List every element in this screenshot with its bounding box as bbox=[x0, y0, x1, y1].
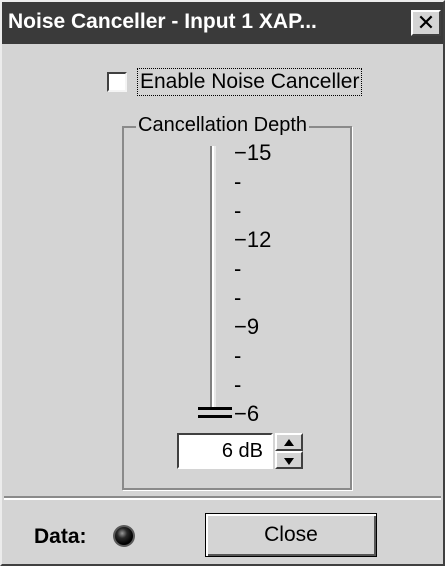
window-title: Noise Canceller - Input 1 XAP... bbox=[8, 10, 317, 33]
data-label: Data: bbox=[34, 525, 87, 548]
cancellation-depth-title: Cancellation Depth bbox=[136, 114, 309, 137]
depth-slider-track[interactable] bbox=[210, 146, 216, 414]
tick-mark: - bbox=[234, 343, 242, 368]
arrow-up-icon[interactable] bbox=[275, 433, 303, 451]
title-bar[interactable]: Noise Canceller - Input 1 XAP... ✕ bbox=[2, 2, 443, 44]
close-icon[interactable]: ✕ bbox=[411, 10, 441, 36]
tick-mark: - bbox=[234, 256, 242, 281]
tick-label-15: −15 bbox=[234, 140, 272, 165]
tick-mark: - bbox=[234, 198, 242, 223]
depth-spinner bbox=[275, 433, 303, 469]
tick-mark: - bbox=[234, 372, 242, 397]
tick-label-6: −6 bbox=[234, 401, 260, 426]
footer-separator bbox=[4, 496, 441, 500]
enable-noise-canceller-checkbox[interactable] bbox=[107, 72, 127, 92]
depth-slider-thumb[interactable] bbox=[198, 407, 232, 418]
arrow-down-icon[interactable] bbox=[275, 451, 303, 469]
close-button[interactable]: Close bbox=[205, 513, 377, 557]
led-indicator-icon bbox=[112, 524, 136, 548]
tick-mark: - bbox=[234, 169, 242, 194]
tick-mark: - bbox=[234, 285, 242, 310]
tick-label-12: −12 bbox=[234, 227, 272, 252]
depth-value-field[interactable]: 6 dB bbox=[177, 433, 273, 469]
noise-canceller-dialog: Noise Canceller - Input 1 XAP... ✕ Enabl… bbox=[0, 0, 445, 566]
enable-noise-canceller-label[interactable]: Enable Noise Canceller bbox=[137, 68, 363, 96]
tick-label-9: −9 bbox=[234, 314, 260, 339]
